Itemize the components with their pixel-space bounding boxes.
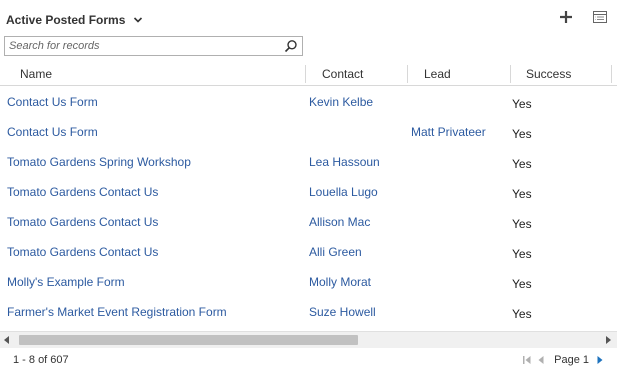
grid-view-icon[interactable] xyxy=(592,9,608,25)
first-page-icon[interactable] xyxy=(520,353,534,367)
search-box xyxy=(4,36,303,56)
contact-link[interactable]: Louella Lugo xyxy=(309,177,378,207)
column-divider[interactable] xyxy=(510,65,511,83)
record-count: 1 - 8 of 607 xyxy=(13,354,69,366)
success-value: Yes xyxy=(512,157,532,171)
next-page-icon[interactable] xyxy=(593,353,607,367)
name-link[interactable]: Contact Us Form xyxy=(7,87,98,117)
pager: Page 1 xyxy=(520,349,607,371)
view-title[interactable]: Active Posted Forms xyxy=(6,13,125,27)
name-link[interactable]: Tomato Gardens Contact Us xyxy=(7,207,158,237)
table-row[interactable]: Molly's Example Form Molly Morat Yes xyxy=(0,267,612,297)
scroll-right-icon[interactable] xyxy=(606,336,611,344)
chevron-down-icon[interactable] xyxy=(132,14,144,26)
table-row[interactable]: Contact Us Form Matt Privateer Yes xyxy=(0,117,612,147)
table-row[interactable]: Contact Us Form Kevin Kelbe Yes xyxy=(0,87,612,117)
success-value: Yes xyxy=(512,187,532,201)
previous-page-icon[interactable] xyxy=(534,353,548,367)
success-value: Yes xyxy=(512,247,532,261)
column-divider[interactable] xyxy=(407,65,408,83)
column-header-lead[interactable]: Lead xyxy=(424,62,451,86)
view-header: Active Posted Forms xyxy=(6,10,144,30)
name-link[interactable]: Farmer's Market Event Registration Form xyxy=(7,297,227,327)
column-header-success[interactable]: Success xyxy=(526,62,571,86)
search-input[interactable] xyxy=(5,37,282,55)
name-link[interactable]: Contact Us Form xyxy=(7,117,98,147)
scroll-left-icon[interactable] xyxy=(4,336,9,344)
success-value: Yes xyxy=(512,127,532,141)
table-row[interactable]: Tomato Gardens Contact Us Louella Lugo Y… xyxy=(0,177,612,207)
lead-link[interactable]: Matt Privateer xyxy=(411,117,486,147)
success-value: Yes xyxy=(512,307,532,321)
page-label: Page 1 xyxy=(554,354,589,366)
contact-link[interactable]: Allison Mac xyxy=(309,207,370,237)
column-header-contact[interactable]: Contact xyxy=(322,62,363,86)
column-header-name[interactable]: Name xyxy=(20,62,52,86)
success-value: Yes xyxy=(512,97,532,111)
contact-link[interactable]: Alli Green xyxy=(309,237,362,267)
search-icon[interactable] xyxy=(282,37,300,55)
table-row[interactable]: Tomato Gardens Contact Us Allison Mac Ye… xyxy=(0,207,612,237)
column-divider[interactable] xyxy=(611,65,612,83)
name-link[interactable]: Tomato Gardens Contact Us xyxy=(7,237,158,267)
success-value: Yes xyxy=(512,277,532,291)
horizontal-scrollbar[interactable] xyxy=(0,331,617,348)
contact-link[interactable]: Suze Howell xyxy=(309,297,376,327)
contact-link[interactable]: Molly Morat xyxy=(309,267,371,297)
name-link[interactable]: Tomato Gardens Contact Us xyxy=(7,177,158,207)
contact-link[interactable]: Kevin Kelbe xyxy=(309,87,373,117)
table-row[interactable]: Farmer's Market Event Registration Form … xyxy=(0,297,612,327)
scrollbar-thumb[interactable] xyxy=(19,335,358,345)
table-row[interactable]: Tomato Gardens Spring Workshop Lea Hasso… xyxy=(0,147,612,177)
name-link[interactable]: Molly's Example Form xyxy=(7,267,125,297)
grid-footer: 1 - 8 of 607 Page 1 xyxy=(0,349,617,377)
success-value: Yes xyxy=(512,217,532,231)
plus-icon[interactable] xyxy=(557,8,575,26)
contact-link[interactable]: Lea Hassoun xyxy=(309,147,380,177)
table-row[interactable]: Tomato Gardens Contact Us Alli Green Yes xyxy=(0,237,612,267)
table-header: Name Contact Lead Success xyxy=(0,62,617,86)
column-divider[interactable] xyxy=(305,65,306,83)
name-link[interactable]: Tomato Gardens Spring Workshop xyxy=(7,147,191,177)
